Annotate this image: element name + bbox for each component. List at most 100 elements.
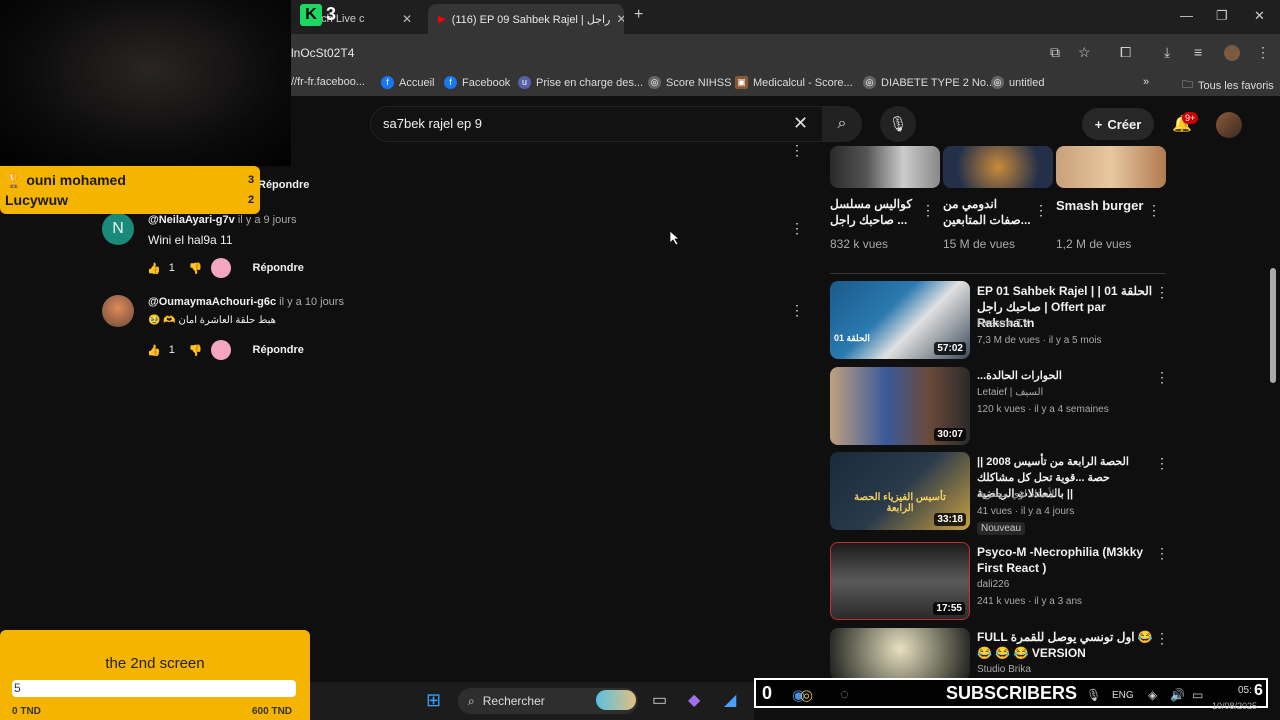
comment-handle[interactable]: @NeilaAyari-g7v xyxy=(148,214,235,226)
more-icon[interactable]: ⋮ xyxy=(921,202,935,219)
scrollbar-thumb[interactable] xyxy=(1270,268,1276,383)
like-count: 1 xyxy=(168,344,175,356)
video-thumbnail[interactable]: 17:55 xyxy=(830,542,970,620)
video-title[interactable]: Psyco-M -Necrophilia (M3kky First React … xyxy=(977,544,1153,576)
reply-button[interactable]: Répondre xyxy=(253,344,304,356)
short-thumbnail[interactable] xyxy=(943,146,1053,188)
app-icon[interactable]: ◢ xyxy=(724,690,736,710)
bookmark-item[interactable]: ◎ Score NIHSS xyxy=(648,76,731,89)
video-meta: 7,3 M de vues · il y a 5 mois xyxy=(977,335,1102,346)
more-bookmarks-icon[interactable]: » xyxy=(1143,76,1149,88)
profile-icon[interactable] xyxy=(1224,45,1240,61)
windows-start-icon[interactable]: ⊞ xyxy=(426,690,441,711)
short-thumbnail[interactable] xyxy=(1056,146,1166,188)
globe-icon: ◎ xyxy=(648,76,661,89)
logo-icon: K xyxy=(300,4,322,26)
more-icon[interactable]: ⋮ xyxy=(1147,202,1161,219)
more-icon[interactable]: ⋮ xyxy=(1155,455,1169,472)
thumbs-down-icon[interactable]: 👎 xyxy=(189,344,203,357)
language-indicator[interactable]: ENG xyxy=(1112,690,1134,701)
short-views: 832 k vues xyxy=(830,237,889,251)
star-icon[interactable]: ☆ xyxy=(1078,44,1091,61)
video-thumbnail[interactable]: تأسيس الفيزياء الحصة الرابعة 33:18 xyxy=(830,452,970,530)
copilot-icon[interactable]: ◆ xyxy=(688,690,700,710)
medicalcul-icon: ▣ xyxy=(735,76,748,89)
cast-icon[interactable]: ⧉ xyxy=(1050,44,1060,61)
video-title[interactable]: ...الحوارات الحالدة xyxy=(977,368,1153,384)
leaderboard: 🏆 ouni mohamed 3 Lucywuw 2 xyxy=(0,166,260,214)
more-icon[interactable]: ⋮ xyxy=(1155,369,1169,386)
comment-avatar[interactable] xyxy=(102,295,134,327)
chrome-icon[interactable]: ◎ xyxy=(800,686,813,704)
video-channel[interactable]: Letaief | السيف xyxy=(977,387,1043,398)
widget-icon[interactable] xyxy=(596,690,636,710)
reply-button[interactable]: Répondre xyxy=(258,179,309,191)
clock-time[interactable]: 05: xyxy=(1238,685,1252,696)
close-icon[interactable]: ✕ xyxy=(402,12,412,26)
task-view-icon[interactable]: ▭ xyxy=(652,690,667,710)
voice-search-button[interactable]: 🎙 xyxy=(880,106,916,142)
comment-avatar[interactable]: N xyxy=(102,213,134,245)
close-icon[interactable]: ✕ xyxy=(616,12,624,26)
bookmark-item[interactable]: f Accueil xyxy=(381,76,434,89)
bookmark-item[interactable]: u Prise en charge des... xyxy=(518,76,643,89)
battery-icon[interactable]: ▭ xyxy=(1192,688,1203,702)
maximize-icon[interactable]: ❐ xyxy=(1216,8,1228,24)
bookmark-item[interactable]: f Facebook xyxy=(444,76,510,89)
bookmark-label: Medicalcul - Score... xyxy=(753,76,853,89)
all-bookmarks[interactable]: 🗀 Tous les favoris xyxy=(1182,76,1274,95)
more-icon[interactable]: ⋮ xyxy=(1155,284,1169,301)
more-icon[interactable]: ⋮ xyxy=(1034,202,1048,219)
leader-row: 🏆 ouni mohamed xyxy=(5,172,126,189)
video-thumbnail[interactable] xyxy=(830,628,970,680)
extensions-icon[interactable]: ⧠ xyxy=(1120,44,1131,61)
comment-age[interactable]: il y a 9 jours xyxy=(238,214,297,226)
thumbs-up-icon[interactable]: 👍 xyxy=(147,262,161,275)
create-button[interactable]: + Créer xyxy=(1082,108,1154,140)
video-channel[interactable]: dali226 xyxy=(977,579,1009,590)
video-channel[interactable]: Nessma TV xyxy=(977,318,1029,329)
video-thumbnail[interactable]: الحلقة 01 57:02 xyxy=(830,281,970,359)
short-title[interactable]: كواليس مسلسل صاحبك راجل ... xyxy=(830,196,920,228)
short-title[interactable]: اندومي من ...صفات المتابعين xyxy=(943,196,1033,228)
video-channel[interactable]: الأستاذ لؤي محفوظ xyxy=(977,489,1057,500)
comment-age[interactable]: il y a 10 jours xyxy=(279,296,344,308)
clear-search-icon[interactable]: ✕ xyxy=(793,113,808,134)
bookmark-item[interactable]: //fr-fr.faceboo... xyxy=(291,76,365,88)
more-icon[interactable]: ⋮ xyxy=(1155,545,1169,562)
volume-icon[interactable]: 🔊 xyxy=(1170,688,1185,702)
short-title[interactable]: Smash burger xyxy=(1056,196,1146,215)
minimize-icon[interactable]: — xyxy=(1180,8,1193,23)
more-icon[interactable]: ⋮ xyxy=(790,302,804,319)
close-window-icon[interactable]: ✕ xyxy=(1254,8,1265,24)
short-views: 1,2 M de vues xyxy=(1056,237,1132,251)
new-tab-icon[interactable]: + xyxy=(634,6,643,24)
more-icon[interactable]: ⋮ xyxy=(1155,630,1169,647)
tab-youtube[interactable]: ▶ (116) EP 09 Sahbek Rajel | راجل ✕ xyxy=(428,4,624,34)
more-icon[interactable]: ⋮ xyxy=(790,220,804,237)
short-thumbnail[interactable] xyxy=(830,146,940,188)
network-icon[interactable]: ◈ xyxy=(1148,688,1157,702)
menu-icon[interactable]: ⋮ xyxy=(1256,44,1270,61)
download-icon[interactable]: ⤓ xyxy=(1164,44,1170,61)
comment-text: 🥹 🫶 هبط حلقة العاشرة امان xyxy=(148,315,276,326)
video-title[interactable]: FULL اول تونسي يوصل للقمرة 😂 😂 😂 😂 VERSI… xyxy=(977,629,1153,661)
avatar[interactable] xyxy=(1216,112,1242,138)
obs-icon[interactable]: ◌ xyxy=(840,686,849,703)
bookmark-item[interactable]: ◎ untitled xyxy=(991,76,1044,89)
more-icon[interactable]: ⋮ xyxy=(790,142,804,159)
bookmark-item[interactable]: ▣ Medicalcul - Score... xyxy=(735,76,853,89)
bookmark-item[interactable]: ◎ DIABETE TYPE 2 No... xyxy=(863,76,995,89)
thumbs-up-icon[interactable]: 👍 xyxy=(147,344,161,357)
video-thumbnail[interactable]: 30:07 xyxy=(830,367,970,445)
reply-button[interactable]: Répondre xyxy=(253,262,304,274)
clock-digit: 6 xyxy=(1254,682,1263,699)
video-channel[interactable]: Studio Brika xyxy=(977,664,1031,675)
search-button[interactable]: ⌕ xyxy=(822,106,862,142)
mic-icon[interactable]: 🎙 xyxy=(1086,688,1101,702)
video-duration: 57:02 xyxy=(934,342,966,355)
media-icon[interactable]: ≡ xyxy=(1194,44,1202,60)
comment-header: @OumaymaAchouri-g6c il y a 10 jours xyxy=(148,296,344,308)
comment-handle[interactable]: @OumaymaAchouri-g6c xyxy=(148,296,276,308)
thumbs-down-icon[interactable]: 👎 xyxy=(189,262,203,275)
